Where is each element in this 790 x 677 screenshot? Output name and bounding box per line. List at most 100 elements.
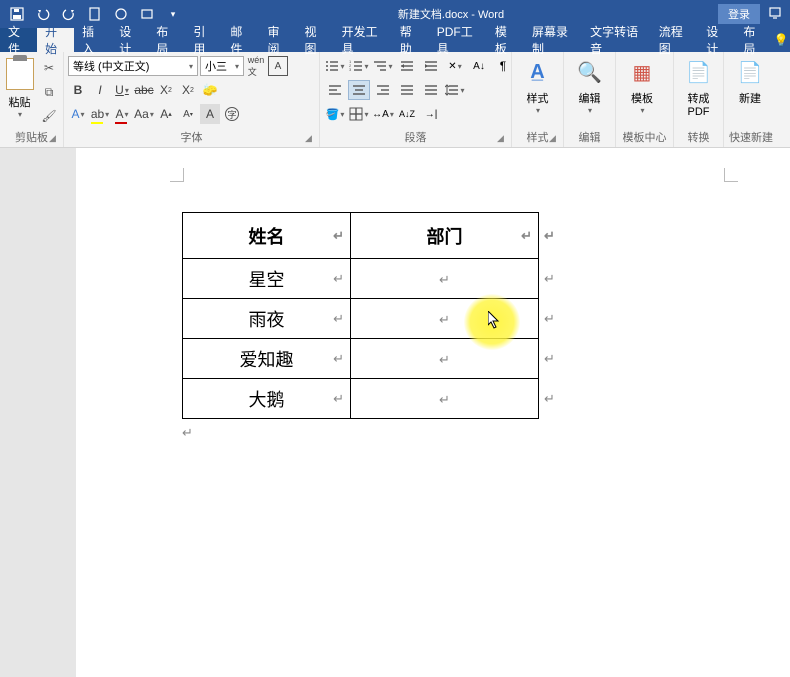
table-cell[interactable]: ↵↵ [351, 379, 539, 419]
align-center-icon[interactable] [348, 80, 370, 100]
shape-icon[interactable] [136, 3, 158, 25]
new-button[interactable]: 📄 新建 [728, 54, 772, 106]
table-cell[interactable]: ↵↵ [351, 299, 539, 339]
table-cell[interactable]: 星空↵ [183, 259, 351, 299]
tab-home[interactable]: 开始 [37, 28, 74, 52]
quick-access-toolbar: ▾ [0, 3, 184, 25]
dialog-launcher-icon[interactable]: ◢ [549, 133, 561, 145]
enclosed-char-icon[interactable]: A [200, 104, 220, 124]
document-table[interactable]: 姓名↵ 部门↵↵ 星空↵ ↵↵ 雨夜↵ ↵↵ 爱知趣↵ ↵↵ 大鹅↵ ↵↵ [182, 212, 539, 419]
tab-design[interactable]: 设计 [111, 28, 148, 52]
cut-icon[interactable]: ✂ [39, 58, 59, 78]
align-left-icon[interactable] [324, 80, 346, 100]
qat-customize-icon[interactable]: ▾ [162, 3, 184, 25]
numbering-icon[interactable]: 123▾ [348, 56, 370, 76]
text-effects-icon[interactable]: A▾ [68, 104, 88, 124]
convert-pdf-button[interactable]: 📄 转成PDF [678, 54, 719, 118]
redo-icon[interactable] [58, 3, 80, 25]
justify-icon[interactable] [396, 80, 418, 100]
bullets-icon[interactable]: ▾ [324, 56, 346, 76]
margin-corner-icon [724, 168, 738, 182]
sort-az-icon[interactable]: A↓Z [396, 104, 418, 124]
subscript-button[interactable]: X2 [156, 80, 176, 100]
tab-review[interactable]: 审阅 [259, 28, 296, 52]
asian-layout-icon[interactable]: ✕▾ [444, 56, 466, 76]
tab-file[interactable]: 文件 [0, 28, 37, 52]
show-marks-icon[interactable]: ¶ [492, 56, 514, 76]
styles-button[interactable]: A̲ 样式 ▾ [516, 54, 559, 115]
tab-pdf[interactable]: PDF工具 [429, 28, 487, 52]
strikethrough-button[interactable]: abc [134, 80, 154, 100]
multilevel-list-icon[interactable]: ▾ [372, 56, 394, 76]
tab-flowchart[interactable]: 流程图 [651, 28, 699, 52]
char-border-icon[interactable]: A [268, 56, 288, 76]
grow-font-button[interactable]: A▴ [156, 104, 176, 124]
tab-references[interactable]: 引用 [185, 28, 222, 52]
italic-button[interactable]: I [90, 80, 110, 100]
distribute-icon[interactable] [420, 80, 442, 100]
dialog-launcher-icon[interactable]: ◢ [305, 133, 317, 145]
shrink-font-button[interactable]: A▾ [178, 104, 198, 124]
table-cell[interactable]: 雨夜↵ [183, 299, 351, 339]
circled-char-icon[interactable]: 字 [222, 104, 242, 124]
group-quick-new: 📄 新建 快速新建 [724, 52, 778, 147]
phonetic-guide-icon[interactable]: wén文 [246, 56, 266, 76]
edit-button[interactable]: 🔍 编辑 ▾ [568, 54, 611, 115]
dialog-launcher-icon[interactable]: ◢ [49, 133, 61, 145]
group-clipboard: 粘贴 ▾ ✂ ⧉ 🖌 剪贴板 ◢ [0, 52, 64, 147]
tab-layout[interactable]: 布局 [148, 28, 185, 52]
tab-screenrec[interactable]: 屏幕录制 [524, 28, 582, 52]
table-header-dept[interactable]: 部门↵↵ [351, 213, 539, 259]
group-label: 转换 [678, 131, 719, 147]
table-header-name[interactable]: 姓名↵ [183, 213, 351, 259]
ribbon-display-options-icon[interactable] [768, 6, 782, 23]
shading-icon[interactable]: 🪣▾ [324, 104, 346, 124]
print-preview-icon[interactable] [110, 3, 132, 25]
dialog-launcher-icon[interactable]: ◢ [497, 133, 509, 145]
highlight-color-icon[interactable]: ab▾ [90, 104, 110, 124]
tab-help[interactable]: 帮助 [392, 28, 429, 52]
tab-insert[interactable]: 插入 [74, 28, 111, 52]
tell-me-icon[interactable]: 💡 [772, 28, 790, 52]
table-cell[interactable]: 爱知趣↵ [183, 339, 351, 379]
paste-button[interactable]: 粘贴 ▾ [4, 54, 35, 119]
save-icon[interactable] [6, 3, 28, 25]
login-button[interactable]: 登录 [718, 4, 760, 24]
tab-dev[interactable]: 开发工具 [334, 28, 392, 52]
superscript-button[interactable]: X2 [178, 80, 198, 100]
char-scale-icon[interactable]: ↔A▾ [372, 104, 394, 124]
table-cell[interactable]: ↵↵ [351, 339, 539, 379]
align-right-icon[interactable] [372, 80, 394, 100]
bold-button[interactable]: B [68, 80, 88, 100]
sort-icon[interactable]: A↓ [468, 56, 490, 76]
tab-tts[interactable]: 文字转语音 [582, 28, 651, 52]
tab-leader-icon[interactable]: →| [420, 104, 442, 124]
decrease-indent-icon[interactable] [396, 56, 418, 76]
font-color-icon[interactable]: A▾ [112, 104, 132, 124]
format-painter-icon[interactable]: 🖌 [39, 106, 59, 126]
underline-button[interactable]: U▾ [112, 80, 132, 100]
template-button[interactable]: ▦ 模板 ▾ [620, 54, 664, 115]
margin-corner-icon [170, 168, 184, 182]
svg-text:3: 3 [349, 67, 352, 72]
table-cell[interactable]: 大鹅↵ [183, 379, 351, 419]
borders-icon[interactable]: ▾ [348, 104, 370, 124]
paste-icon [6, 58, 34, 90]
new-doc-icon[interactable] [84, 3, 106, 25]
tab-table-design[interactable]: 设计 [698, 28, 735, 52]
clear-format-icon[interactable]: 🧽 [200, 80, 220, 100]
char-shading-icon[interactable]: Aa▾ [134, 104, 154, 124]
font-name-combo[interactable]: 等线 (中文正文)▾ [68, 56, 198, 76]
copy-icon[interactable]: ⧉ [39, 82, 59, 102]
tab-view[interactable]: 视图 [297, 28, 334, 52]
font-size-combo[interactable]: 小三▾ [200, 56, 244, 76]
tab-table-layout[interactable]: 布局 [735, 28, 772, 52]
tab-mail[interactable]: 邮件 [222, 28, 259, 52]
group-label: 快速新建 [728, 131, 774, 147]
tab-templates[interactable]: 模板 [487, 28, 524, 52]
line-spacing-icon[interactable]: ▾ [444, 80, 466, 100]
undo-icon[interactable] [32, 3, 54, 25]
increase-indent-icon[interactable] [420, 56, 442, 76]
table-cell[interactable]: ↵↵ [351, 259, 539, 299]
document-page[interactable]: 姓名↵ 部门↵↵ 星空↵ ↵↵ 雨夜↵ ↵↵ 爱知趣↵ ↵↵ 大鹅↵ ↵↵ ↵ [76, 148, 790, 677]
